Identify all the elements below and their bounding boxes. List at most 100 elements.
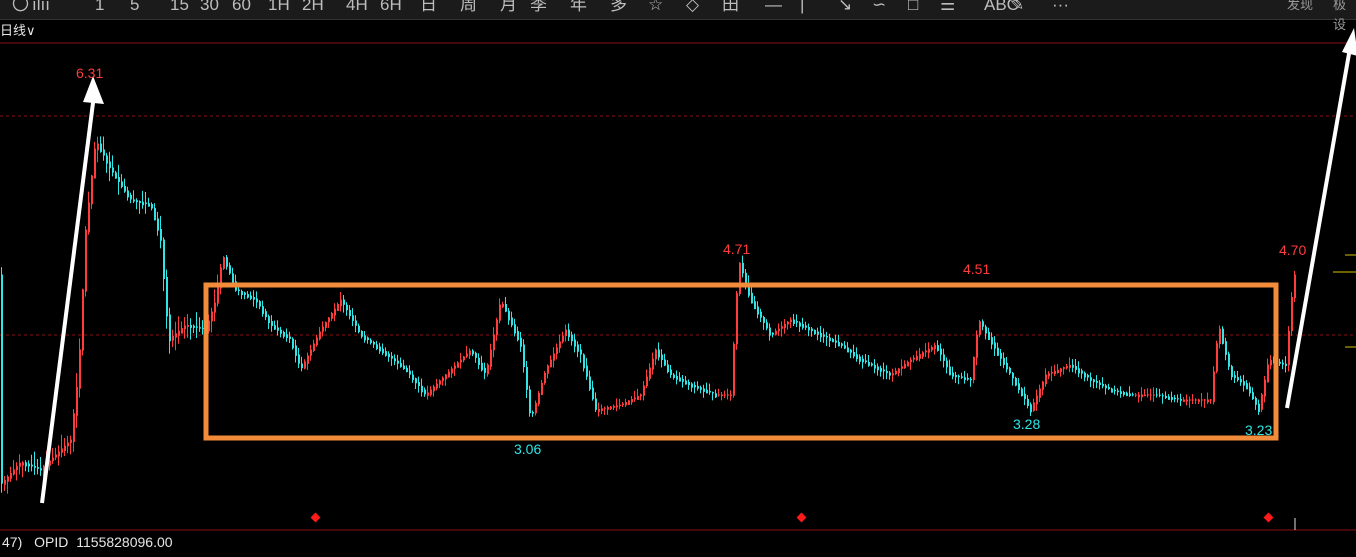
candle-body	[913, 357, 915, 360]
candle-body	[871, 363, 873, 366]
candle-body	[973, 357, 975, 380]
candle-body	[577, 344, 579, 352]
candle-body	[1, 274, 3, 484]
candle-body	[712, 392, 714, 394]
candle-body	[643, 385, 645, 396]
candle-body	[373, 342, 375, 345]
candle-body	[178, 330, 180, 336]
candle-body	[1174, 397, 1176, 400]
candle-body	[160, 229, 162, 241]
candle-body	[367, 337, 369, 340]
candle-body	[937, 345, 939, 351]
candle-body	[73, 413, 75, 443]
candle-body	[766, 322, 768, 329]
candle-body	[523, 344, 525, 368]
candle-body	[910, 359, 912, 363]
candle-body	[982, 321, 984, 327]
candle-body	[532, 412, 534, 414]
candle-body	[592, 387, 594, 400]
candle-body	[1183, 399, 1185, 403]
candle-body	[676, 376, 678, 380]
candle-body	[1267, 364, 1269, 383]
signal-marker	[1263, 512, 1274, 523]
candle-body	[790, 319, 792, 323]
candle-body	[151, 204, 153, 209]
candle-body	[832, 339, 834, 343]
candle-body	[733, 343, 735, 396]
candle-body	[640, 394, 642, 397]
candle-body	[817, 331, 819, 335]
candle-body	[658, 349, 660, 358]
candle-body	[1231, 366, 1233, 378]
candle-body	[961, 376, 963, 378]
candle-body	[1243, 381, 1245, 386]
candle-body	[562, 335, 564, 342]
candle-body	[157, 218, 159, 231]
candle-body	[481, 362, 483, 371]
candle-body	[781, 326, 783, 329]
candle-body	[448, 371, 450, 378]
candle-body	[1210, 399, 1212, 401]
candle-body	[1060, 368, 1062, 372]
candle-body	[1162, 395, 1164, 397]
candle-body	[1159, 394, 1161, 396]
candle-body	[1189, 399, 1191, 401]
candle-body	[565, 329, 567, 337]
candle-body	[358, 325, 360, 332]
candle-body	[94, 148, 96, 179]
candle-body	[763, 317, 765, 323]
candle-body	[190, 325, 192, 328]
candle-body	[925, 350, 927, 353]
candle-body	[589, 376, 591, 390]
candle-body	[127, 190, 129, 198]
candle-body	[1006, 362, 1008, 370]
candle-body	[241, 291, 243, 296]
candle-body	[265, 311, 267, 318]
candle-body	[79, 349, 81, 389]
candle-body	[613, 405, 615, 408]
candle-body	[547, 365, 549, 374]
candle-body	[1018, 383, 1020, 391]
candle-body	[223, 257, 225, 269]
candle-body	[454, 365, 456, 369]
candle-body	[1120, 391, 1122, 394]
candle-body	[742, 262, 744, 274]
candle-body	[487, 364, 489, 375]
candle-body	[889, 372, 891, 376]
candle-body	[691, 383, 693, 388]
candle-body	[718, 394, 720, 396]
price-label-low: 3.28	[1013, 416, 1040, 432]
candle-body	[724, 394, 726, 396]
candle-body	[196, 326, 198, 328]
candle-body	[1072, 364, 1074, 368]
candle-body	[385, 351, 387, 356]
candle-body	[1246, 383, 1248, 390]
candle-body	[214, 302, 216, 313]
candle-body	[61, 448, 63, 453]
candle-body	[1228, 353, 1230, 367]
candle-body	[244, 292, 246, 295]
candle-body	[337, 304, 339, 312]
candle-body	[991, 337, 993, 345]
candle-body	[313, 343, 315, 351]
candle-body	[103, 149, 105, 156]
candle-body	[535, 402, 537, 414]
candle-body	[22, 462, 24, 466]
candle-body	[271, 321, 273, 327]
candle-body	[217, 286, 219, 304]
candle-body	[154, 208, 156, 221]
candle-body	[739, 262, 741, 295]
candle-body	[442, 377, 444, 382]
candle-body	[145, 202, 147, 205]
candle-body	[289, 336, 291, 340]
candle-body	[865, 360, 867, 363]
candle-body	[814, 330, 816, 335]
candle-body	[949, 366, 951, 376]
candle-body	[1075, 366, 1077, 370]
candle-body	[10, 473, 12, 479]
candle-body	[1123, 392, 1125, 395]
candle-body	[262, 306, 264, 315]
candle-body	[316, 337, 318, 346]
price-label-low: 3.06	[514, 441, 541, 457]
candle-body	[1030, 404, 1032, 413]
